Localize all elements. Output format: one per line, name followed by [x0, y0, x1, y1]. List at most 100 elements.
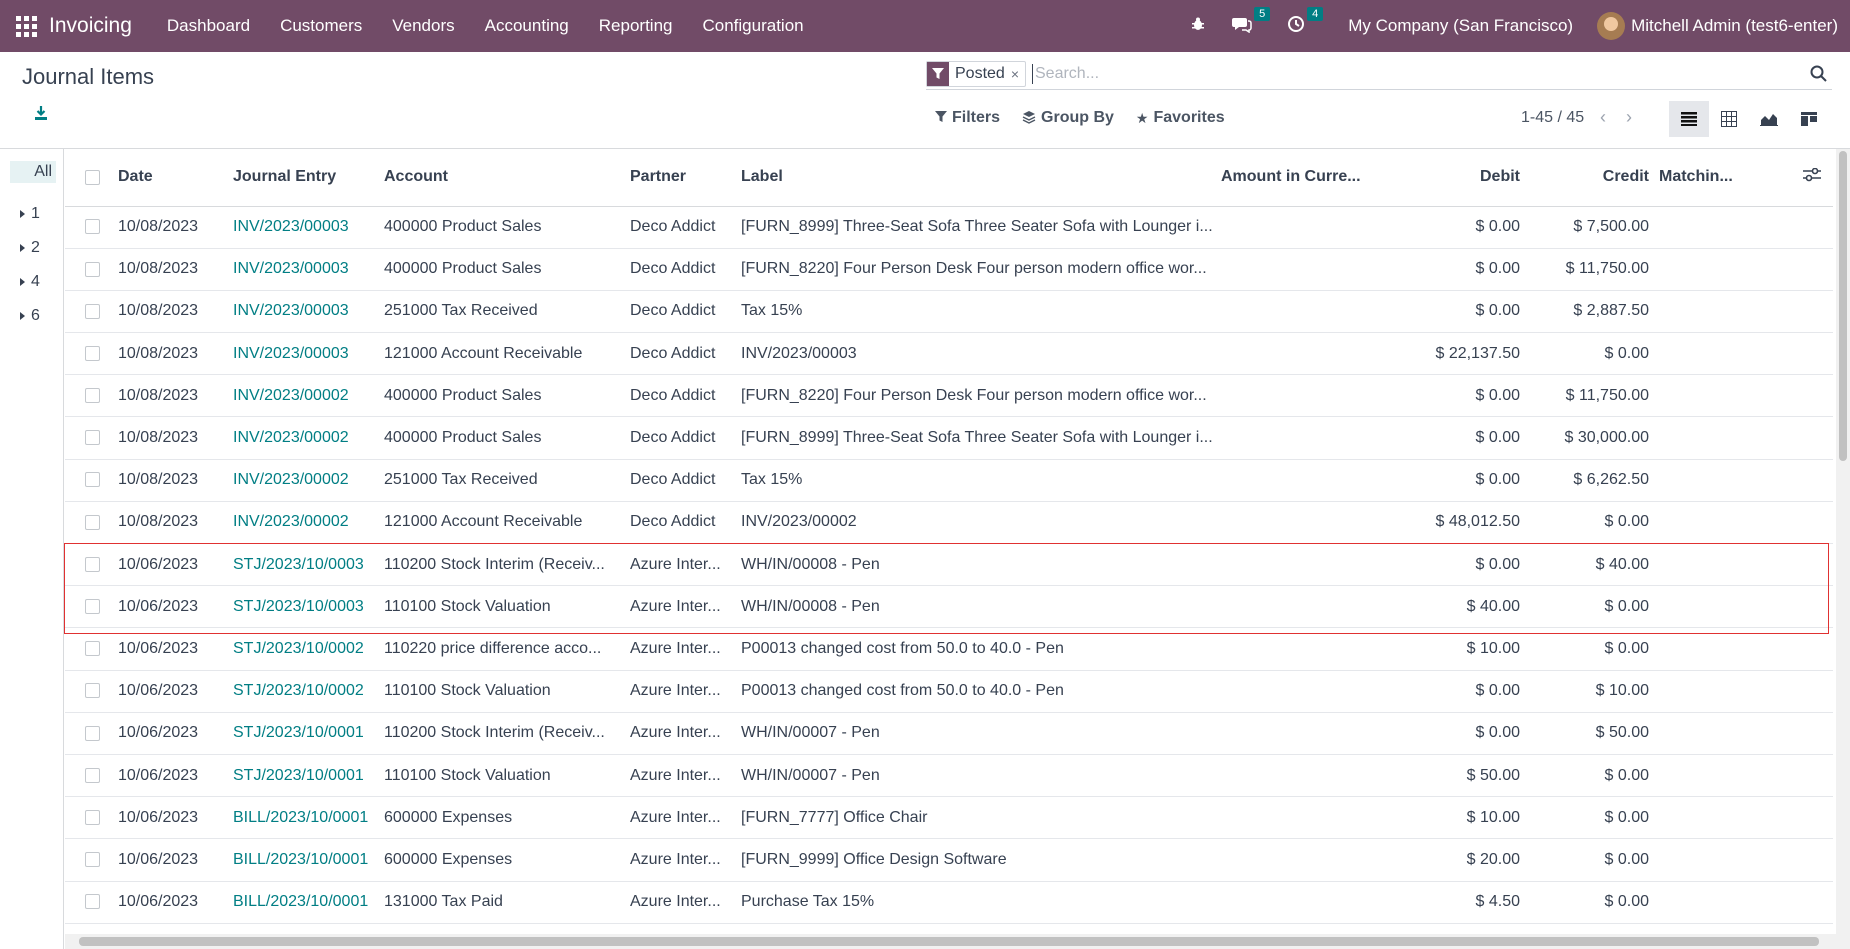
table-row[interactable]: 10/08/2023 INV/2023/00002 400000 Product S… [65, 416, 1833, 460]
table-row[interactable]: 10/06/2023 STJ/2023/10/0002 110220 price d… [65, 627, 1833, 671]
cell-journal-entry[interactable]: BILL/2023/10/0001 [233, 838, 384, 882]
groupby-button[interactable]: Group By [1022, 109, 1114, 127]
row-checkbox[interactable] [65, 248, 118, 291]
menu-reporting[interactable]: Reporting [584, 16, 688, 36]
table-row[interactable]: 10/06/2023 BILL/2023/10/0001 600000 Expens… [65, 796, 1833, 840]
app-menu-icon[interactable] [0, 0, 52, 52]
col-partner[interactable]: Partner [630, 149, 741, 207]
row-checkbox[interactable] [65, 543, 118, 587]
cell-journal-entry[interactable]: STJ/2023/10/0002 [233, 670, 384, 713]
kanban-view-icon[interactable] [1789, 101, 1829, 137]
cell-journal-entry[interactable]: INV/2023/00003 [233, 290, 384, 334]
table-row[interactable]: 10/06/2023 BILL/2023/10/0001 131000 Tax Pa… [65, 881, 1833, 924]
menu-customers[interactable]: Customers [265, 16, 377, 36]
row-checkbox[interactable] [65, 416, 118, 460]
table-row[interactable]: 10/08/2023 INV/2023/00003 400000 Product S… [65, 248, 1833, 291]
row-checkbox[interactable] [65, 754, 118, 798]
cell-journal-entry[interactable]: BILL/2023/10/0001 [233, 796, 384, 840]
favorites-button[interactable]: ★ Favorites [1136, 109, 1225, 127]
cell-journal-entry[interactable]: STJ/2023/10/0001 [233, 712, 384, 755]
row-checkbox[interactable] [65, 670, 118, 713]
row-checkbox[interactable] [65, 374, 118, 418]
download-icon[interactable] [33, 105, 51, 123]
sidepanel-item-6[interactable]: 6 [20, 307, 40, 325]
menu-vendors[interactable]: Vendors [377, 16, 469, 36]
pager-value[interactable]: 1-45 / 45 [1521, 109, 1584, 127]
page-title[interactable]: Journal Items [22, 64, 154, 90]
table-row[interactable]: 10/08/2023 INV/2023/00002 251000 Tax Recei… [65, 459, 1833, 502]
table-row[interactable]: 10/06/2023 STJ/2023/10/0003 110100 Stock V… [65, 585, 1833, 629]
company-switcher[interactable]: My Company (San Francisco) [1348, 16, 1573, 36]
optional-columns-icon[interactable] [1779, 149, 1833, 207]
row-checkbox[interactable] [65, 796, 118, 840]
table-row[interactable]: 10/08/2023 INV/2023/00003 251000 Tax Recei… [65, 290, 1833, 334]
row-checkbox[interactable] [65, 206, 118, 249]
user-menu[interactable]: Mitchell Admin (test6-enter) [1597, 12, 1838, 40]
row-checkbox[interactable] [65, 627, 118, 671]
row-checkbox[interactable] [65, 712, 118, 755]
facet-remove-icon[interactable]: × [1011, 66, 1025, 82]
table-row[interactable]: 10/06/2023 STJ/2023/10/0001 110100 Stock V… [65, 754, 1833, 798]
col-journal-entry[interactable]: Journal Entry [233, 149, 384, 207]
sidepanel-item-1[interactable]: 1 [20, 205, 40, 223]
col-matching[interactable]: Matchin... [1649, 149, 1779, 207]
cell-journal-entry[interactable]: INV/2023/00003 [233, 248, 384, 291]
cell-matching [1649, 712, 1779, 755]
menu-configuration[interactable]: Configuration [687, 16, 818, 36]
menu-accounting[interactable]: Accounting [470, 16, 584, 36]
filters-button[interactable]: Filters [935, 109, 1000, 127]
cell-journal-entry[interactable]: BILL/2023/10/0001 [233, 881, 384, 924]
cell-journal-entry[interactable]: STJ/2023/10/0002 [233, 627, 384, 671]
row-checkbox[interactable] [65, 585, 118, 629]
col-account[interactable]: Account [384, 149, 630, 207]
sidepanel-item-all[interactable]: All [10, 161, 56, 183]
select-all-checkbox[interactable] [65, 149, 118, 207]
table-row[interactable]: 10/06/2023 BILL/2023/10/0001 600000 Expens… [65, 838, 1833, 882]
row-checkbox[interactable] [65, 838, 118, 882]
chevron-left-icon[interactable]: ‹ [1600, 107, 1606, 128]
activities-icon[interactable]: 4 [1287, 6, 1324, 38]
col-debit[interactable]: Debit [1387, 149, 1520, 207]
list-view-icon[interactable] [1669, 101, 1709, 137]
row-checkbox[interactable] [65, 332, 118, 376]
cell-journal-entry[interactable]: INV/2023/00002 [233, 416, 384, 460]
cell-journal-entry[interactable]: INV/2023/00002 [233, 374, 384, 418]
sidepanel-item-4[interactable]: 4 [20, 273, 40, 291]
table-row[interactable]: 10/06/2023 STJ/2023/10/0003 110200 Stock I… [65, 543, 1833, 587]
cell-journal-entry[interactable]: INV/2023/00003 [233, 206, 384, 249]
row-checkbox[interactable] [65, 459, 118, 502]
search-facet[interactable]: Posted × [926, 60, 1026, 87]
messages-icon[interactable]: 5 [1232, 6, 1271, 38]
table-row[interactable]: 10/06/2023 STJ/2023/10/0002 110100 Stock V… [65, 670, 1833, 713]
col-label[interactable]: Label [741, 149, 1221, 207]
col-credit[interactable]: Credit [1520, 149, 1649, 207]
chevron-right-icon[interactable]: › [1626, 107, 1632, 128]
graph-view-icon[interactable] [1749, 101, 1789, 137]
app-brand[interactable]: Invoicing [49, 14, 132, 38]
cell-journal-entry[interactable]: INV/2023/00002 [233, 459, 384, 502]
horizontal-scrollbar[interactable] [65, 934, 1836, 949]
table-row[interactable]: 10/08/2023 INV/2023/00002 400000 Product S… [65, 374, 1833, 418]
cell-journal-entry[interactable]: STJ/2023/10/0003 [233, 543, 384, 587]
col-amount-currency[interactable]: Amount in Curre... [1221, 149, 1387, 207]
table-row[interactable]: 10/08/2023 INV/2023/00002 121000 Account R… [65, 501, 1833, 545]
bug-icon[interactable] [1190, 16, 1206, 37]
cell-matching [1649, 459, 1779, 502]
sidepanel-item-2[interactable]: 2 [20, 239, 40, 257]
row-checkbox[interactable] [65, 501, 118, 545]
table-row[interactable]: 10/08/2023 INV/2023/00003 121000 Account R… [65, 332, 1833, 376]
table-row[interactable]: 10/06/2023 STJ/2023/10/0001 110200 Stock I… [65, 712, 1833, 755]
pivot-view-icon[interactable] [1709, 101, 1749, 137]
cell-journal-entry[interactable]: INV/2023/00003 [233, 332, 384, 376]
cell-journal-entry[interactable]: STJ/2023/10/0001 [233, 754, 384, 798]
vertical-scrollbar[interactable] [1836, 149, 1850, 949]
row-checkbox[interactable] [65, 290, 118, 334]
row-checkbox[interactable] [65, 881, 118, 924]
table-row[interactable]: 10/08/2023 INV/2023/00003 400000 Product S… [65, 206, 1833, 249]
search-input[interactable] [1032, 63, 1832, 84]
menu-dashboard[interactable]: Dashboard [152, 16, 265, 36]
search-icon[interactable] [1810, 65, 1828, 83]
col-date[interactable]: Date [118, 149, 233, 207]
cell-journal-entry[interactable]: INV/2023/00002 [233, 501, 384, 545]
cell-journal-entry[interactable]: STJ/2023/10/0003 [233, 585, 384, 629]
